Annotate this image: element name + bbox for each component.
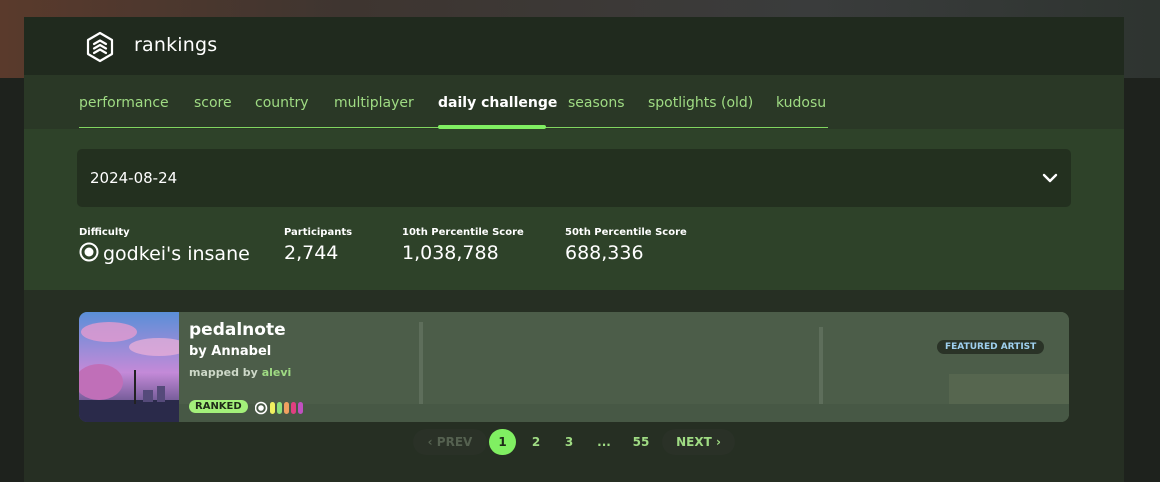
p50-value: 688,336 [565,242,644,264]
p10-label: 10th Percentile Score [402,227,524,238]
beatmap-thumbnail [79,312,191,422]
stat-10th-percentile: 10th Percentile Score 1,038,788 [402,227,524,264]
tab-kudosu[interactable]: kudosu [776,95,826,111]
rankings-icon [86,31,114,63]
prev-label: PREV [436,435,473,449]
stat-50th-percentile: 50th Percentile Score 688,336 [565,227,687,264]
page-title: rankings [134,34,218,56]
pagination-ellipsis: ... [597,435,611,449]
difficulty-dots [255,401,303,415]
mapper-name[interactable]: alevi [262,366,292,379]
participants-label: Participants [284,227,353,238]
chevron-down-icon [1042,173,1058,183]
mapped-by-prefix: mapped by [189,366,258,379]
chevron-right-icon: › [711,435,721,449]
stat-difficulty: Difficulty godkei's insane [79,227,250,265]
difficulty-icon [79,242,99,262]
rankings-panel: rankings performance score country multi… [24,17,1124,482]
background-right [1124,78,1160,482]
daily-challenge-filter: 2024-08-24 Difficulty godkei's insane Pa… [24,129,1124,290]
difficulty-value: godkei's insane [79,242,250,265]
selected-date: 2024-08-24 [90,169,178,187]
featured-artist-badge[interactable]: FEATURED ARTIST [937,340,1045,354]
participants-value: 2,744 [284,242,339,264]
next-label: NEXT [676,435,712,449]
tab-performance[interactable]: performance [79,95,169,111]
tab-seasons[interactable]: seasons [568,95,625,111]
tab-country[interactable]: country [255,95,309,111]
tab-score[interactable]: score [194,95,232,111]
p10-value: 1,038,788 [402,242,499,264]
tab-spotlights[interactable]: spotlights (old) [648,95,753,111]
difficulty-label: Difficulty [79,227,130,238]
prev-page-button[interactable]: ‹ PREV [413,429,487,455]
ranked-badge: RANKED [189,400,248,413]
page-55-button[interactable]: 55 [627,429,655,455]
page-header: rankings [24,17,1124,75]
tab-multiplayer[interactable]: multiplayer [334,95,414,111]
beatmap-card[interactable]: pedalnote by Annabel mapped by alevi RAN… [79,312,1069,422]
ranking-tabs: performance score country multiplayer da… [24,75,1124,129]
next-page-button[interactable]: NEXT › [662,429,735,455]
beatmap-artist: by Annabel [189,344,272,359]
difficulty-name: godkei's insane [103,243,250,265]
page-2-button[interactable]: 2 [524,429,548,455]
stat-participants: Participants 2,744 [284,227,352,264]
chevron-left-icon: ‹ [427,435,437,449]
beatmap-mapper: mapped by alevi [189,366,291,379]
beatmap-title: pedalnote [189,320,286,340]
date-select[interactable]: 2024-08-24 [77,149,1071,207]
p50-label: 50th Percentile Score [565,227,687,238]
tab-daily-challenge[interactable]: daily challenge [438,95,557,111]
page-3-button[interactable]: 3 [557,429,581,455]
page-1-button[interactable]: 1 [489,429,516,455]
background-left [0,78,24,482]
